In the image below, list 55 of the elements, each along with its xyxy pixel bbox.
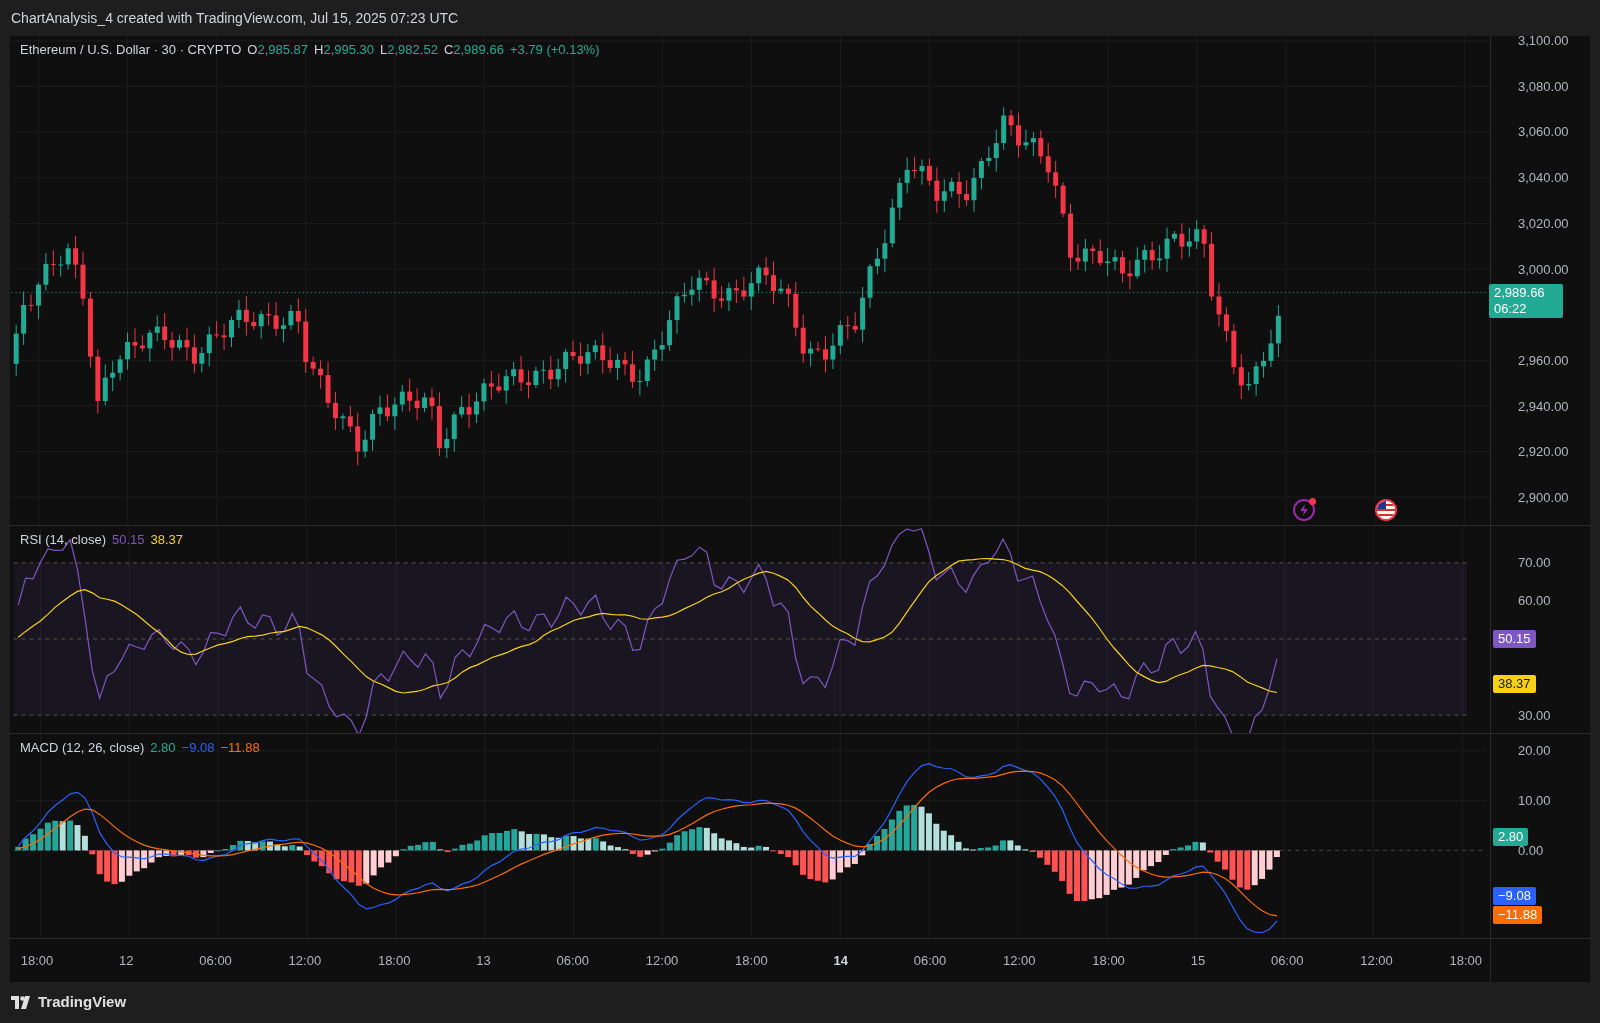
axis-label: 3,020.00 bbox=[1518, 215, 1569, 232]
brand-name: TradingView bbox=[38, 992, 127, 1013]
indicator-title: RSI (14, close) bbox=[20, 531, 106, 549]
ohlc-value: C2,989.66 bbox=[443, 41, 504, 59]
axis-label: 2,960.00 bbox=[1518, 352, 1569, 369]
axis-label: 3,100.00 bbox=[1518, 33, 1569, 49]
time-label: 13 bbox=[476, 952, 491, 970]
indicator-title: MACD (12, 26, close) bbox=[20, 739, 145, 757]
indicator-value: −9.08 bbox=[181, 739, 215, 757]
axis-label: 30.00 bbox=[1518, 708, 1551, 724]
axis-label: 3,060.00 bbox=[1518, 124, 1569, 141]
time-label: 12:00 bbox=[1003, 952, 1036, 970]
time-label: 15 bbox=[1190, 952, 1206, 970]
time-label: 18:00 bbox=[377, 952, 411, 970]
axis-label: 10.00 bbox=[1518, 793, 1551, 809]
indicator-value: 38.37 bbox=[150, 531, 184, 549]
time-label: 12:00 bbox=[1360, 952, 1393, 970]
axis-label: 2,900.00 bbox=[1518, 490, 1569, 506]
axis-label: 2,920.00 bbox=[1518, 444, 1569, 461]
axis-label: 3,080.00 bbox=[1518, 78, 1569, 95]
bar-countdown: 06:22 bbox=[1494, 301, 1528, 318]
value-badge: −9.08 bbox=[1493, 887, 1536, 906]
time-label: 06:00 bbox=[199, 952, 232, 970]
axis-label: 0.00 bbox=[1518, 843, 1544, 859]
value-badge: −11.88 bbox=[1493, 906, 1543, 925]
axis-label: 2,940.00 bbox=[1518, 398, 1569, 415]
time-label: 18:00 bbox=[20, 952, 54, 970]
axis-label: 60.00 bbox=[1518, 593, 1551, 610]
ohlc-value: H2,995.30 bbox=[314, 41, 375, 59]
value-badge: 2.80 bbox=[1493, 828, 1529, 846]
price-change: +3.79 (+0.13%) bbox=[509, 41, 600, 59]
axis-label: 3,000.00 bbox=[1518, 261, 1569, 278]
time-label: 18:00 bbox=[1449, 952, 1483, 970]
indicator-value: 2.80 bbox=[150, 739, 176, 757]
symbol-title: Ethereum / U.S. Dollar · 30 · CRYPTO bbox=[20, 41, 242, 59]
time-label: 12:00 bbox=[645, 952, 679, 970]
ohlc-value: O2,985.87 bbox=[247, 41, 309, 59]
indicator-value: 50.15 bbox=[112, 531, 145, 549]
time-label: 06:00 bbox=[1270, 952, 1304, 970]
time-label: 06:00 bbox=[556, 952, 590, 970]
value-badge: 38.37 bbox=[1493, 675, 1536, 693]
time-label: 18:00 bbox=[1092, 952, 1125, 970]
value-badge: 50.15 bbox=[1493, 629, 1536, 648]
time-label: 12:00 bbox=[288, 952, 322, 970]
axis-label: 20.00 bbox=[1518, 743, 1551, 759]
axis-label: 70.00 bbox=[1518, 555, 1551, 571]
time-label: 14 bbox=[833, 952, 848, 970]
indicator-value: −11.88 bbox=[220, 739, 260, 757]
time-label: 12 bbox=[119, 952, 134, 970]
time-label: 06:00 bbox=[913, 952, 947, 970]
last-price: 2,989.66 bbox=[1494, 285, 1546, 302]
ohlc-value: L2,982.52 bbox=[380, 41, 438, 59]
time-label: 18:00 bbox=[735, 952, 768, 970]
chart-caption: ChartAnalysis_4 created with TradingView.com, Jul 15, 2025 07:23 UTC bbox=[11, 8, 459, 28]
axis-label: 3,040.00 bbox=[1518, 170, 1569, 187]
